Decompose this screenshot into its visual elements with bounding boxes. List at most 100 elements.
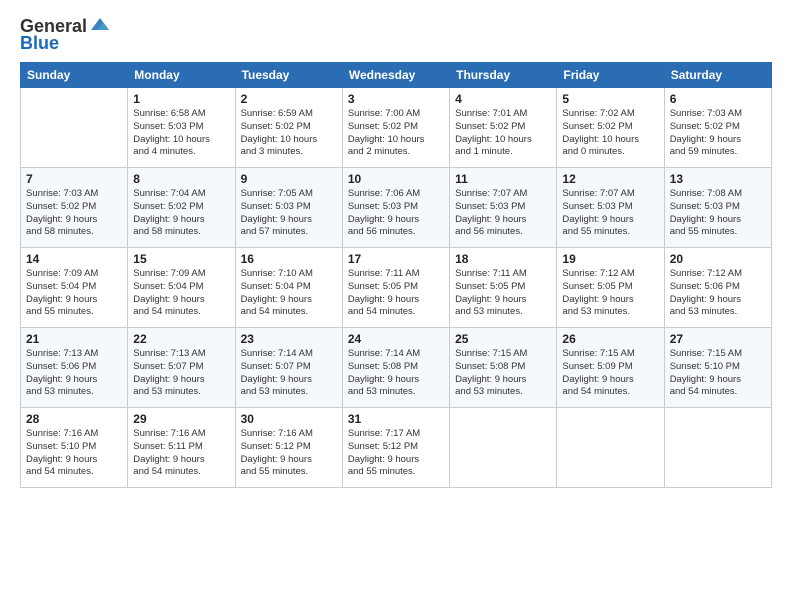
calendar-day: 29 Sunrise: 7:16 AM Sunset: 5:11 PM Dayli… <box>128 408 235 488</box>
day-number: 25 <box>455 332 551 346</box>
day-number: 6 <box>670 92 766 106</box>
day-number: 10 <box>348 172 444 186</box>
day-info: Sunrise: 7:03 AM Sunset: 5:02 PM Dayligh… <box>670 108 766 159</box>
calendar-day: 13 Sunrise: 7:08 AM Sunset: 5:03 PM Dayli… <box>664 168 771 248</box>
day-number: 23 <box>241 332 337 346</box>
logo-blue: Blue <box>20 33 59 54</box>
calendar-week-row: 28 Sunrise: 7:16 AM Sunset: 5:10 PM Dayli… <box>21 408 772 488</box>
calendar-week-row: 21 Sunrise: 7:13 AM Sunset: 5:06 PM Dayli… <box>21 328 772 408</box>
day-number: 22 <box>133 332 229 346</box>
day-info: Sunrise: 7:11 AM Sunset: 5:05 PM Dayligh… <box>348 268 444 319</box>
day-number: 15 <box>133 252 229 266</box>
day-info: Sunrise: 7:13 AM Sunset: 5:07 PM Dayligh… <box>133 348 229 399</box>
calendar-day: 17 Sunrise: 7:11 AM Sunset: 5:05 PM Dayli… <box>342 248 449 328</box>
calendar-day: 6 Sunrise: 7:03 AM Sunset: 5:02 PM Daylig… <box>664 88 771 168</box>
day-info: Sunrise: 7:07 AM Sunset: 5:03 PM Dayligh… <box>562 188 658 239</box>
day-info: Sunrise: 7:01 AM Sunset: 5:02 PM Dayligh… <box>455 108 551 159</box>
calendar-day: 10 Sunrise: 7:06 AM Sunset: 5:03 PM Dayli… <box>342 168 449 248</box>
day-info: Sunrise: 6:59 AM Sunset: 5:02 PM Dayligh… <box>241 108 337 159</box>
calendar-day: 19 Sunrise: 7:12 AM Sunset: 5:05 PM Dayli… <box>557 248 664 328</box>
calendar-day: 18 Sunrise: 7:11 AM Sunset: 5:05 PM Dayli… <box>450 248 557 328</box>
day-number: 24 <box>348 332 444 346</box>
calendar-empty <box>557 408 664 488</box>
day-info: Sunrise: 7:00 AM Sunset: 5:02 PM Dayligh… <box>348 108 444 159</box>
day-info: Sunrise: 7:10 AM Sunset: 5:04 PM Dayligh… <box>241 268 337 319</box>
day-number: 28 <box>26 412 122 426</box>
day-info: Sunrise: 7:12 AM Sunset: 5:06 PM Dayligh… <box>670 268 766 319</box>
day-info: Sunrise: 7:15 AM Sunset: 5:09 PM Dayligh… <box>562 348 658 399</box>
day-number: 11 <box>455 172 551 186</box>
day-number: 18 <box>455 252 551 266</box>
calendar-day: 26 Sunrise: 7:15 AM Sunset: 5:09 PM Dayli… <box>557 328 664 408</box>
calendar-empty <box>664 408 771 488</box>
day-info: Sunrise: 7:02 AM Sunset: 5:02 PM Dayligh… <box>562 108 658 159</box>
day-number: 4 <box>455 92 551 106</box>
weekday-header: Wednesday <box>342 63 449 88</box>
day-number: 13 <box>670 172 766 186</box>
day-info: Sunrise: 6:58 AM Sunset: 5:03 PM Dayligh… <box>133 108 229 159</box>
day-info: Sunrise: 7:14 AM Sunset: 5:08 PM Dayligh… <box>348 348 444 399</box>
weekday-header: Tuesday <box>235 63 342 88</box>
calendar-week-row: 7 Sunrise: 7:03 AM Sunset: 5:02 PM Daylig… <box>21 168 772 248</box>
day-number: 19 <box>562 252 658 266</box>
day-number: 30 <box>241 412 337 426</box>
day-number: 27 <box>670 332 766 346</box>
day-info: Sunrise: 7:16 AM Sunset: 5:11 PM Dayligh… <box>133 428 229 479</box>
calendar-day: 21 Sunrise: 7:13 AM Sunset: 5:06 PM Dayli… <box>21 328 128 408</box>
day-info: Sunrise: 7:05 AM Sunset: 5:03 PM Dayligh… <box>241 188 337 239</box>
day-info: Sunrise: 7:09 AM Sunset: 5:04 PM Dayligh… <box>26 268 122 319</box>
day-number: 3 <box>348 92 444 106</box>
day-info: Sunrise: 7:15 AM Sunset: 5:08 PM Dayligh… <box>455 348 551 399</box>
weekday-header: Saturday <box>664 63 771 88</box>
calendar-table: SundayMondayTuesdayWednesdayThursdayFrid… <box>20 62 772 488</box>
calendar-week-row: 1 Sunrise: 6:58 AM Sunset: 5:03 PM Daylig… <box>21 88 772 168</box>
day-number: 21 <box>26 332 122 346</box>
day-number: 16 <box>241 252 337 266</box>
calendar-day: 31Sunrise: 7:17 AM Sunset: 5:12 PM Dayli… <box>342 408 449 488</box>
day-number: 7 <box>26 172 122 186</box>
day-info: Sunrise: 7:14 AM Sunset: 5:07 PM Dayligh… <box>241 348 337 399</box>
calendar-day: 22 Sunrise: 7:13 AM Sunset: 5:07 PM Dayli… <box>128 328 235 408</box>
day-info: Sunrise: 7:12 AM Sunset: 5:05 PM Dayligh… <box>562 268 658 319</box>
calendar-day: 2 Sunrise: 6:59 AM Sunset: 5:02 PM Daylig… <box>235 88 342 168</box>
day-info: Sunrise: 7:07 AM Sunset: 5:03 PM Dayligh… <box>455 188 551 239</box>
day-info: Sunrise: 7:16 AM Sunset: 5:12 PM Dayligh… <box>241 428 337 479</box>
day-number: 17 <box>348 252 444 266</box>
day-number: 9 <box>241 172 337 186</box>
calendar-day: 12 Sunrise: 7:07 AM Sunset: 5:03 PM Dayli… <box>557 168 664 248</box>
day-info: Sunrise: 7:11 AM Sunset: 5:05 PM Dayligh… <box>455 268 551 319</box>
calendar-day: 30 Sunrise: 7:16 AM Sunset: 5:12 PM Dayli… <box>235 408 342 488</box>
weekday-header: Thursday <box>450 63 557 88</box>
day-number: 12 <box>562 172 658 186</box>
day-number: 26 <box>562 332 658 346</box>
calendar-day: 1 Sunrise: 6:58 AM Sunset: 5:03 PM Daylig… <box>128 88 235 168</box>
calendar-empty <box>21 88 128 168</box>
day-info: Sunrise: 7:15 AM Sunset: 5:10 PM Dayligh… <box>670 348 766 399</box>
day-info: Sunrise: 7:13 AM Sunset: 5:06 PM Dayligh… <box>26 348 122 399</box>
calendar-day: 25 Sunrise: 7:15 AM Sunset: 5:08 PM Dayli… <box>450 328 557 408</box>
day-number: 14 <box>26 252 122 266</box>
day-number: 2 <box>241 92 337 106</box>
weekday-header: Monday <box>128 63 235 88</box>
calendar-week-row: 14 Sunrise: 7:09 AM Sunset: 5:04 PM Dayli… <box>21 248 772 328</box>
day-info: Sunrise: 7:16 AM Sunset: 5:10 PM Dayligh… <box>26 428 122 479</box>
calendar-day: 4 Sunrise: 7:01 AM Sunset: 5:02 PM Daylig… <box>450 88 557 168</box>
day-number: 29 <box>133 412 229 426</box>
day-number: 1 <box>133 92 229 106</box>
day-info: Sunrise: 7:08 AM Sunset: 5:03 PM Dayligh… <box>670 188 766 239</box>
day-number: 8 <box>133 172 229 186</box>
day-info: Sunrise: 7:06 AM Sunset: 5:03 PM Dayligh… <box>348 188 444 239</box>
calendar-header-row: SundayMondayTuesdayWednesdayThursdayFrid… <box>21 63 772 88</box>
calendar-day: 23 Sunrise: 7:14 AM Sunset: 5:07 PM Dayli… <box>235 328 342 408</box>
calendar-day: 9 Sunrise: 7:05 AM Sunset: 5:03 PM Daylig… <box>235 168 342 248</box>
calendar-day: 15Sunrise: 7:09 AM Sunset: 5:04 PM Dayli… <box>128 248 235 328</box>
day-info: Sunrise: 7:03 AM Sunset: 5:02 PM Dayligh… <box>26 188 122 239</box>
weekday-header: Friday <box>557 63 664 88</box>
calendar-day: 16 Sunrise: 7:10 AM Sunset: 5:04 PM Dayli… <box>235 248 342 328</box>
calendar-day: 3 Sunrise: 7:00 AM Sunset: 5:02 PM Daylig… <box>342 88 449 168</box>
calendar-day: 28 Sunrise: 7:16 AM Sunset: 5:10 PM Dayli… <box>21 408 128 488</box>
day-info: Sunrise: 7:04 AM Sunset: 5:02 PM Dayligh… <box>133 188 229 239</box>
calendar-day: 7 Sunrise: 7:03 AM Sunset: 5:02 PM Daylig… <box>21 168 128 248</box>
calendar-day: 14 Sunrise: 7:09 AM Sunset: 5:04 PM Dayli… <box>21 248 128 328</box>
weekday-header: Sunday <box>21 63 128 88</box>
